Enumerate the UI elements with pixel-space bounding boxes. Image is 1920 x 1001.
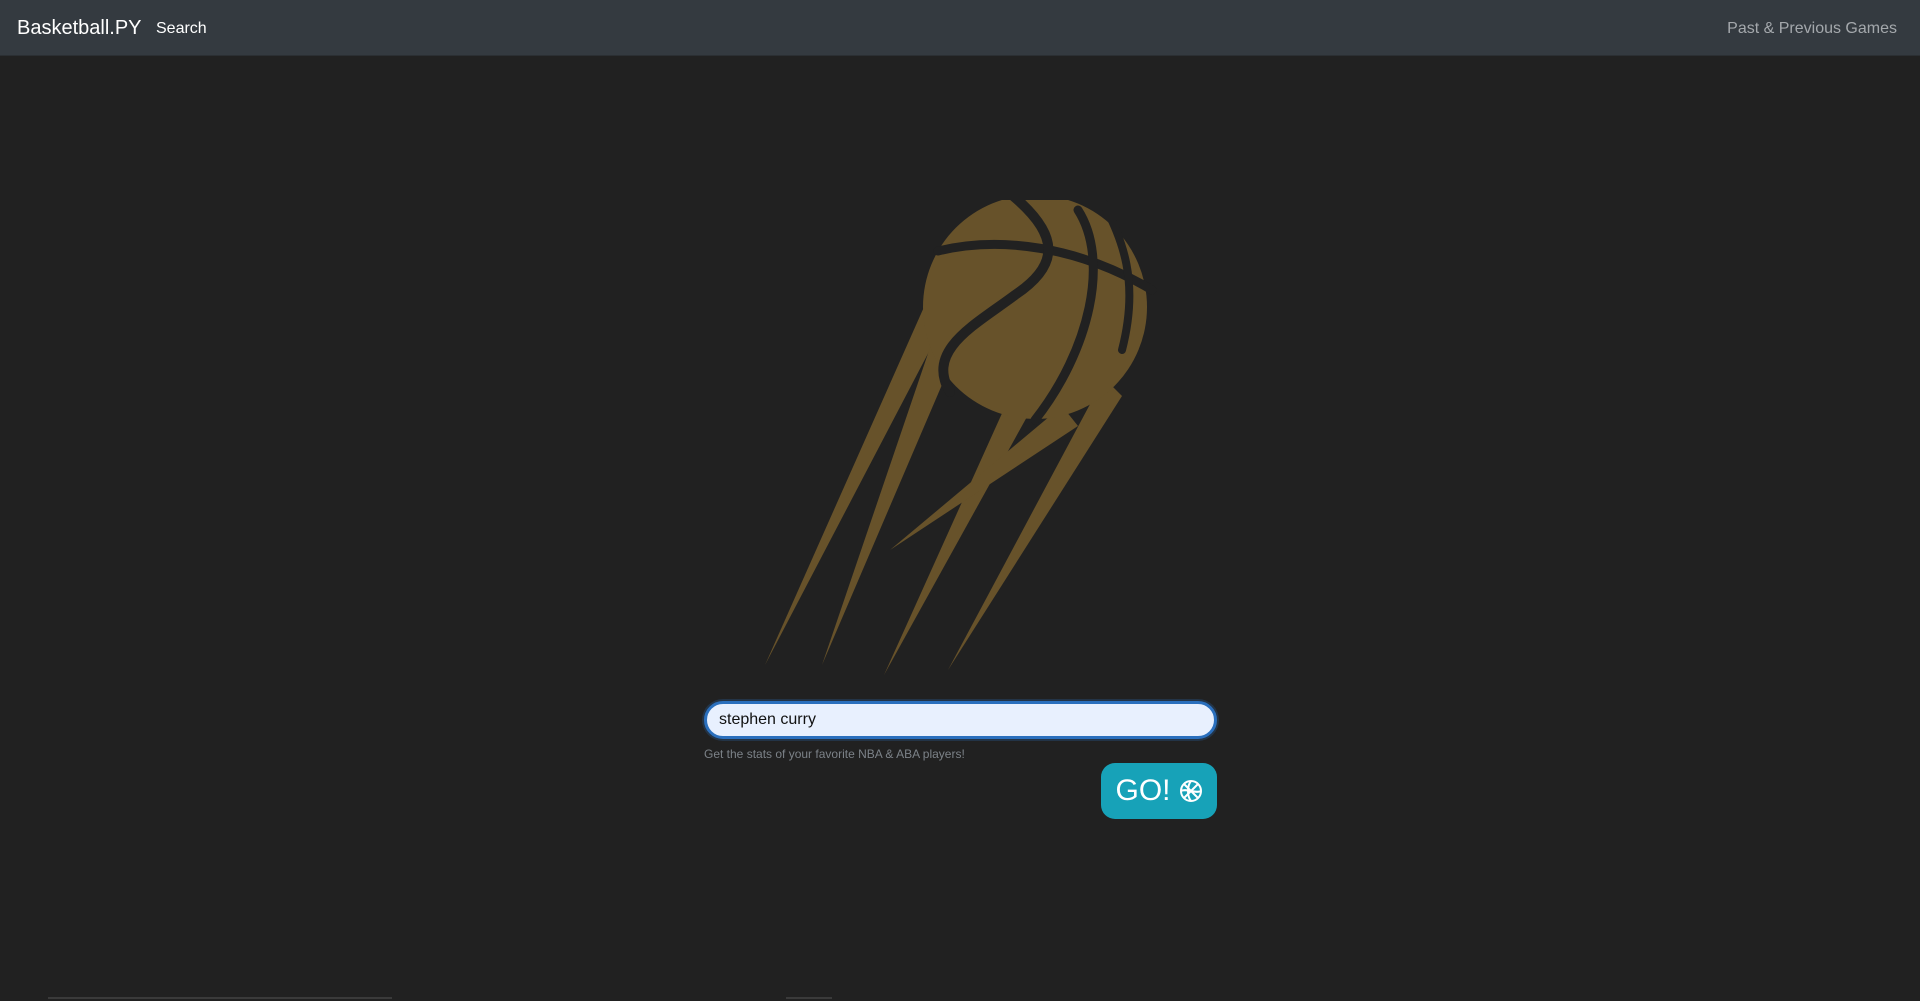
bottom-divider xyxy=(48,997,392,999)
search-helper-text: Get the stats of your favorite NBA & ABA… xyxy=(704,747,965,761)
nav-link-past-games[interactable]: Past & Previous Games xyxy=(1727,19,1897,39)
go-button[interactable]: GO! xyxy=(1101,763,1217,819)
flying-basketball-icon xyxy=(765,200,1157,675)
nav-link-search[interactable]: Search xyxy=(156,19,207,39)
top-navbar: Basketball.PY Search Past & Previous Gam… xyxy=(0,0,1920,56)
bottom-divider-small xyxy=(786,997,832,999)
go-button-label: GO! xyxy=(1115,774,1171,807)
brand-link[interactable]: Basketball.PY xyxy=(17,15,142,41)
player-search-input[interactable] xyxy=(704,701,1217,739)
basketball-icon xyxy=(1179,780,1202,802)
